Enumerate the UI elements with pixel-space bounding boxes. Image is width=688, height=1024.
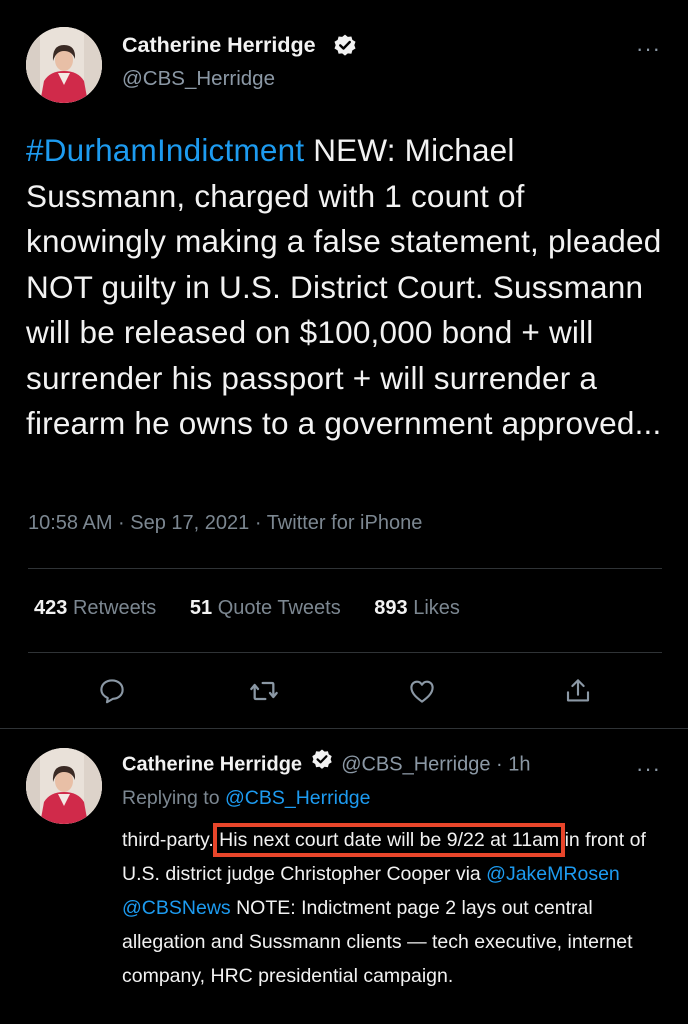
- more-icon[interactable]: ···: [636, 758, 661, 780]
- tweet-stats: 423 Retweets 51 Quote Tweets 893 Likes: [34, 597, 488, 620]
- reply-author-avatar[interactable]: [26, 748, 102, 824]
- tweet-meta: 10:58 AM · Sep 17, 2021 · Twitter for iP…: [28, 512, 422, 535]
- mention-cbsnews[interactable]: @CBSNews: [122, 897, 231, 919]
- verified-badge-icon: [310, 748, 334, 778]
- highlighted-court-date: His next court date will be 9/22 at 11am: [213, 823, 566, 857]
- likes-stat[interactable]: 893 Likes: [374, 597, 460, 619]
- retweets-stat[interactable]: 423 Retweets: [34, 597, 156, 619]
- divider: [28, 568, 662, 569]
- author-avatar[interactable]: [26, 27, 102, 103]
- replying-to: Replying to @CBS_Herridge: [122, 787, 371, 809]
- reply-author-handle[interactable]: @CBS_Herridge: [341, 753, 490, 775]
- reply-icon[interactable]: [94, 673, 130, 709]
- reply-age: · 1h: [496, 753, 531, 776]
- author-name[interactable]: Catherine Herridge: [122, 33, 316, 58]
- quote-tweets-stat[interactable]: 51 Quote Tweets: [190, 597, 341, 619]
- divider: [0, 728, 688, 729]
- tweet-body: NEW: Michael Sussmann, charged with 1 co…: [26, 132, 662, 441]
- retweet-icon[interactable]: [246, 673, 282, 709]
- reply-header: Catherine Herridge @CBS_Herridge · 1h: [122, 749, 531, 778]
- hashtag-link[interactable]: #DurhamIndictment: [26, 132, 304, 168]
- replying-to-handle[interactable]: @CBS_Herridge: [225, 787, 371, 809]
- more-icon[interactable]: ···: [636, 38, 661, 60]
- reply-text: third-party. His next court date will be…: [122, 823, 646, 987]
- author-handle[interactable]: @CBS_Herridge: [122, 67, 275, 91]
- share-icon[interactable]: [560, 673, 596, 709]
- mention-jakemrosen[interactable]: @JakeMRosen: [486, 863, 620, 885]
- tweet-timestamp[interactable]: 10:58 AM · Sep 17, 2021 ·: [28, 512, 267, 534]
- like-icon[interactable]: [404, 673, 440, 709]
- tweet-text: #DurhamIndictment NEW: Michael Sussmann,…: [26, 128, 666, 447]
- divider: [28, 652, 662, 653]
- tweet-source[interactable]: Twitter for iPhone: [267, 512, 423, 534]
- reply-author-name[interactable]: Catherine Herridge: [122, 753, 302, 775]
- verified-badge-icon: [332, 33, 358, 64]
